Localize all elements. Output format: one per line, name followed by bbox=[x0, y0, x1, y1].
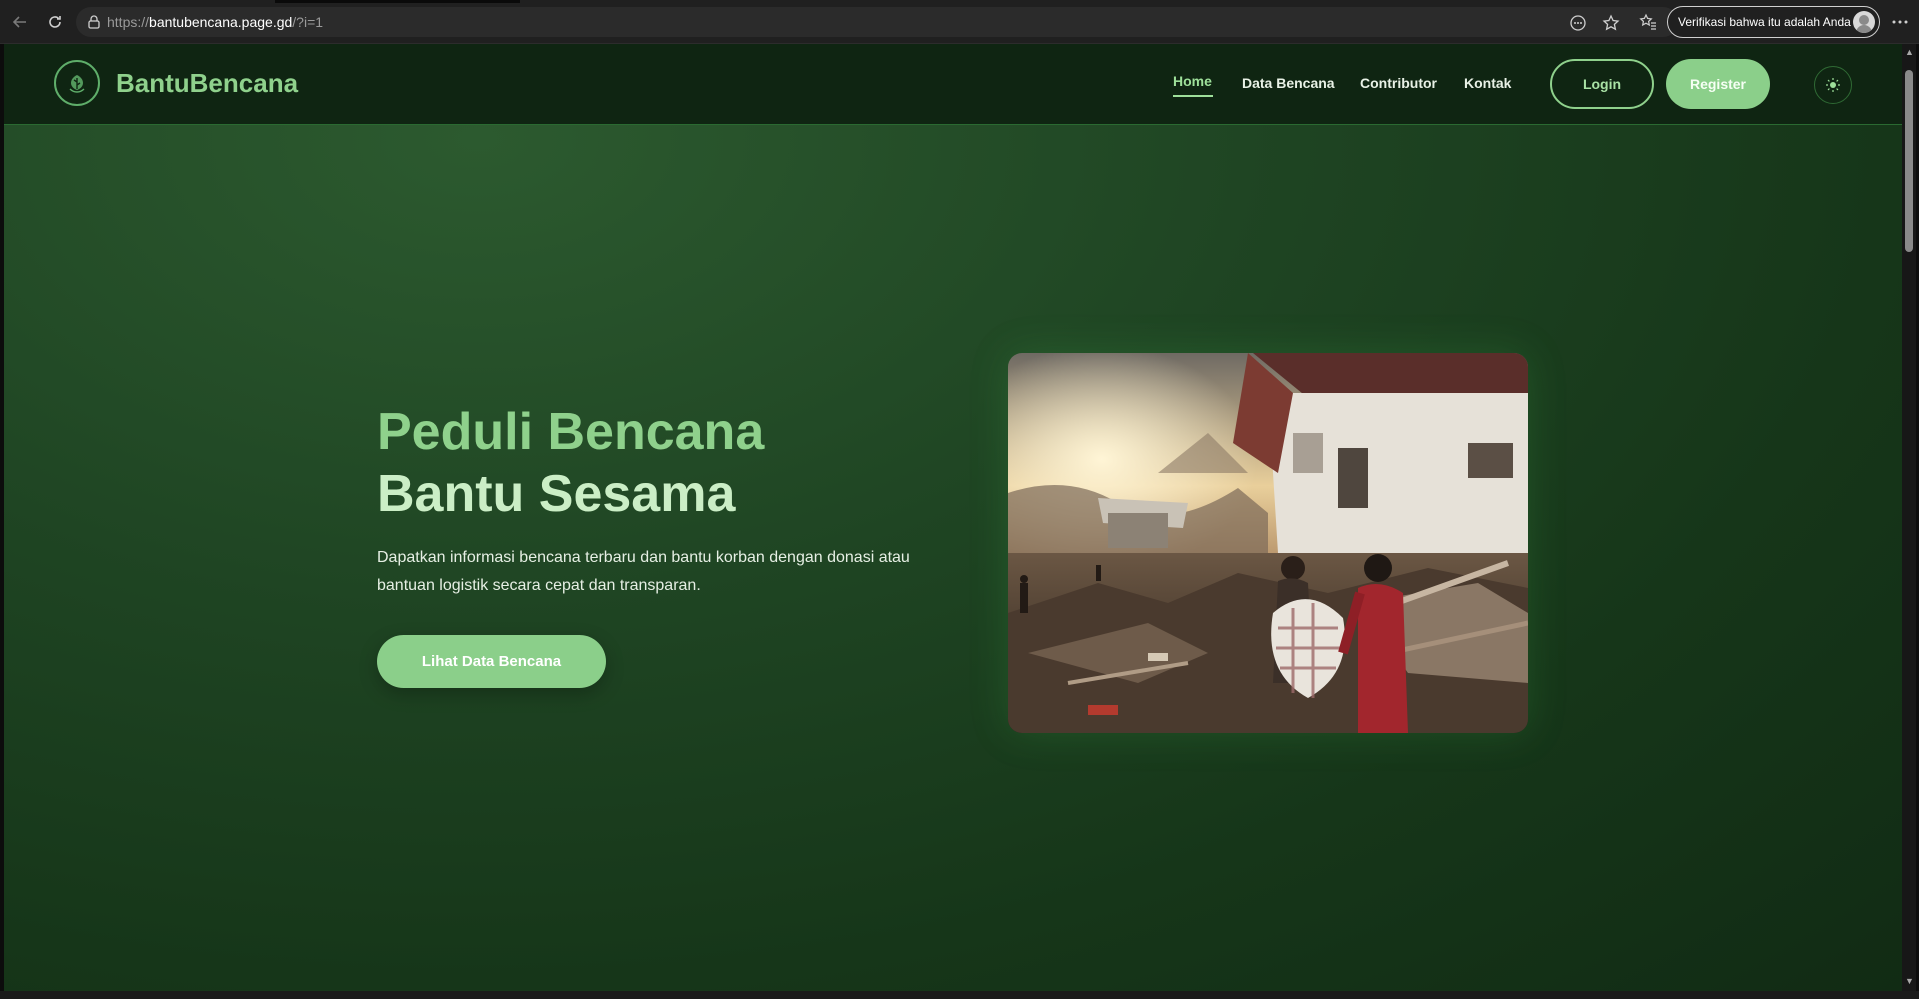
reader-icon[interactable] bbox=[1568, 13, 1588, 33]
profile-label: Verifikasi bahwa itu adalah Anda bbox=[1678, 15, 1851, 29]
profile-button[interactable]: Verifikasi bahwa itu adalah Anda bbox=[1667, 6, 1880, 38]
nav-active-indicator bbox=[1173, 95, 1213, 97]
site-header: BantuBencana Home Data Bencana Contribut… bbox=[4, 44, 1902, 125]
url-host: bantubencana.page.gd bbox=[149, 14, 293, 30]
view-disaster-data-button[interactable]: Lihat Data Bencana bbox=[377, 635, 606, 688]
address-bar[interactable]: https://bantubencana.page.gd/?i=1 bbox=[76, 7, 1678, 37]
lock-icon[interactable] bbox=[86, 14, 102, 30]
hero-title: Peduli Bencana Bantu Sesama bbox=[377, 401, 764, 525]
more-icon[interactable] bbox=[1888, 10, 1912, 34]
window-bottom-edge bbox=[0, 991, 1919, 999]
avatar bbox=[1853, 11, 1875, 33]
browser-toolbar: https://bantubencana.page.gd/?i=1 Verifi… bbox=[0, 0, 1919, 44]
url-scheme: https:// bbox=[107, 14, 150, 30]
back-icon[interactable] bbox=[8, 10, 32, 34]
scroll-up-icon[interactable]: ▲ bbox=[1905, 48, 1914, 57]
hero-description: Dapatkan informasi bencana terbaru dan b… bbox=[377, 549, 910, 594]
reload-icon[interactable] bbox=[43, 10, 67, 34]
hero-title-line1: Peduli Bencana bbox=[377, 403, 765, 461]
favorites-icon[interactable] bbox=[1638, 12, 1658, 32]
active-tab-indicator bbox=[275, 0, 520, 3]
leaf-logo-icon[interactable] bbox=[54, 60, 100, 106]
nav-home[interactable]: Home bbox=[1173, 73, 1212, 89]
nav-contributor[interactable]: Contributor bbox=[1360, 75, 1437, 91]
nav-kontak[interactable]: Kontak bbox=[1464, 75, 1511, 91]
page-viewport: BantuBencana Home Data Bencana Contribut… bbox=[4, 44, 1902, 991]
hero-title-line2: Bantu Sesama bbox=[377, 465, 736, 523]
page-scrollbar[interactable]: ▲ ▼ bbox=[1902, 44, 1916, 991]
brand-name[interactable]: BantuBencana bbox=[116, 68, 298, 99]
disaster-photo bbox=[1008, 353, 1528, 733]
register-button[interactable]: Register bbox=[1666, 59, 1770, 109]
url-text[interactable]: https://bantubencana.page.gd/?i=1 bbox=[107, 14, 323, 30]
theme-toggle-icon[interactable] bbox=[1814, 66, 1852, 104]
scroll-down-icon[interactable]: ▼ bbox=[1905, 977, 1914, 986]
login-button[interactable]: Login bbox=[1550, 59, 1654, 109]
scroll-thumb[interactable] bbox=[1905, 70, 1913, 252]
url-path: /?i=1 bbox=[292, 14, 324, 30]
star-icon[interactable] bbox=[1601, 13, 1621, 33]
nav-data-bencana[interactable]: Data Bencana bbox=[1242, 75, 1335, 91]
